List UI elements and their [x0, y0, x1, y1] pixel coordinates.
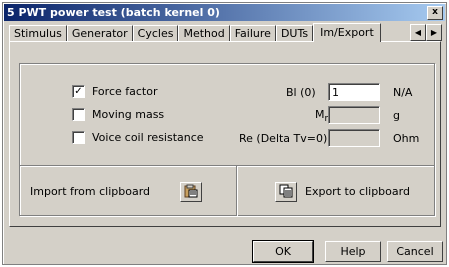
group-divider-vertical [236, 166, 238, 216]
tab-method[interactable]: Method [178, 25, 230, 42]
tab-generator[interactable]: Generator [66, 25, 133, 42]
voice-coil-label: Voice coil resistance [92, 131, 204, 144]
window-title: 5 PWT power test (batch kernel 0) [7, 6, 220, 19]
moving-mass-label: Moving mass [92, 108, 165, 121]
mms-input[interactable] [328, 106, 380, 124]
import-label: Import from clipboard [30, 185, 151, 198]
tab-stimulus[interactable]: Stimulus [9, 25, 67, 42]
bl-label: Bl (0) [286, 86, 316, 99]
moving-mass-option[interactable]: Moving mass [72, 108, 164, 121]
export-button[interactable] [275, 182, 297, 202]
tab-strip: Stimulus Generator Cycles Method Failure… [9, 23, 381, 42]
paste-icon [184, 184, 198, 201]
force-factor-option[interactable]: ✓ Force factor [72, 85, 157, 98]
voice-coil-checkbox[interactable] [72, 131, 85, 144]
force-factor-checkbox[interactable]: ✓ [72, 85, 85, 98]
export-label: Export to clipboard [305, 185, 410, 198]
tab-duts[interactable]: DUTs [275, 25, 314, 42]
tab-scroll-right-icon[interactable]: ▶ [426, 24, 442, 41]
bl-unit: N/A [393, 86, 413, 99]
moving-mass-checkbox[interactable] [72, 108, 85, 121]
voice-coil-option[interactable]: Voice coil resistance [72, 131, 204, 144]
re-input[interactable] [328, 129, 380, 147]
close-button[interactable]: x [427, 6, 443, 20]
dialog-window: 5 PWT power test (batch kernel 0) x Stim… [2, 2, 447, 265]
group-divider-horizontal [20, 165, 434, 167]
parameter-group: ✓ Force factor Moving mass Voice coil re… [19, 63, 435, 216]
mms-label-main: M [315, 108, 325, 121]
tab-scroll-left-icon[interactable]: ◀ [410, 24, 426, 41]
tab-cycles[interactable]: Cycles [132, 25, 179, 42]
mms-unit: g [393, 109, 400, 122]
title-bar[interactable]: 5 PWT power test (batch kernel 0) x [4, 4, 445, 21]
re-unit: Ohm [393, 132, 420, 145]
help-button[interactable]: Help [325, 241, 381, 262]
force-factor-label: Force factor [92, 85, 158, 98]
tab-im-export[interactable]: Im/Export [313, 23, 381, 42]
copy-icon [279, 184, 293, 201]
im-export-panel: ✓ Force factor Moving mass Voice coil re… [9, 41, 441, 227]
cancel-button[interactable]: Cancel [387, 241, 443, 262]
import-button[interactable] [180, 182, 202, 202]
bl-input[interactable]: 1 [328, 83, 380, 101]
ok-button[interactable]: OK [252, 240, 314, 263]
tab-failure[interactable]: Failure [229, 25, 276, 42]
re-label: Re (Delta Tv=0) [239, 132, 328, 145]
